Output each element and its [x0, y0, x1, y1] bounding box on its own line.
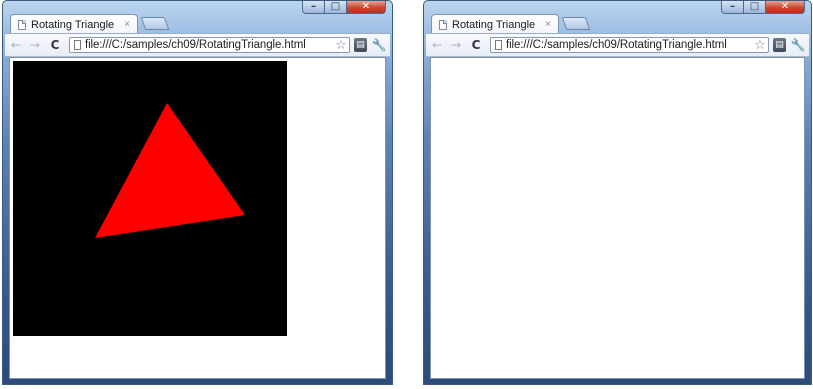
back-arrow-icon[interactable]: ←: [8, 37, 24, 53]
webgl-canvas: [13, 61, 287, 336]
canvas-drawing: [95, 103, 245, 238]
page-content: [9, 57, 386, 379]
tab-rotating-triangle[interactable]: Rotating Triangle ×: [431, 14, 559, 34]
file-icon: [495, 40, 502, 50]
window-controls: – □ ✕: [302, 1, 386, 15]
reload-icon[interactable]: C: [468, 37, 484, 53]
address-bar[interactable]: file:///C:/samples/ch09/RotatingTriangle…: [490, 37, 769, 53]
browser-window-right: – □ ✕ Rotating Triangle × ← → C file:///…: [423, 0, 812, 385]
page-menu-icon[interactable]: ▤: [773, 38, 786, 52]
tab-rotating-triangle[interactable]: Rotating Triangle ×: [10, 14, 138, 34]
page-content: [430, 57, 805, 379]
tab-title: Rotating Triangle: [452, 18, 536, 31]
tab-close-icon[interactable]: ×: [121, 19, 133, 30]
reload-icon[interactable]: C: [47, 37, 63, 53]
wrench-icon[interactable]: 🔧: [371, 37, 387, 53]
maximize-icon[interactable]: □: [744, 1, 766, 14]
url-text[interactable]: file:///C:/samples/ch09/RotatingTriangle…: [85, 39, 333, 51]
minimize-icon[interactable]: –: [302, 1, 325, 14]
file-icon: [74, 40, 81, 50]
page-icon: [439, 19, 447, 30]
tab-close-icon[interactable]: ×: [542, 19, 554, 30]
url-text[interactable]: file:///C:/samples/ch09/RotatingTriangle…: [506, 39, 752, 51]
wrench-icon[interactable]: 🔧: [790, 37, 806, 53]
window-controls: – □ ✕: [721, 1, 805, 15]
forward-arrow-icon[interactable]: →: [27, 37, 43, 53]
minimize-icon[interactable]: –: [721, 1, 744, 14]
toolbar: ← → C file:///C:/samples/ch09/RotatingTr…: [426, 33, 809, 57]
red-triangle: [95, 103, 245, 238]
tab-title: Rotating Triangle: [31, 18, 115, 31]
star-icon[interactable]: ☆: [333, 38, 349, 53]
back-arrow-icon[interactable]: ←: [429, 37, 445, 53]
new-tab-button[interactable]: [561, 17, 591, 30]
close-icon[interactable]: ✕: [347, 1, 386, 14]
close-icon[interactable]: ✕: [766, 1, 805, 14]
maximize-icon[interactable]: □: [325, 1, 347, 14]
new-tab-button[interactable]: [140, 17, 170, 30]
forward-arrow-icon[interactable]: →: [448, 37, 464, 53]
page-icon: [18, 19, 26, 30]
address-bar[interactable]: file:///C:/samples/ch09/RotatingTriangle…: [69, 37, 350, 53]
toolbar: ← → C file:///C:/samples/ch09/RotatingTr…: [5, 33, 390, 57]
star-icon[interactable]: ☆: [752, 38, 768, 53]
page-menu-icon[interactable]: ▤: [354, 38, 367, 52]
browser-window-left: – □ ✕ Rotating Triangle × ← → C file:///…: [2, 0, 393, 385]
